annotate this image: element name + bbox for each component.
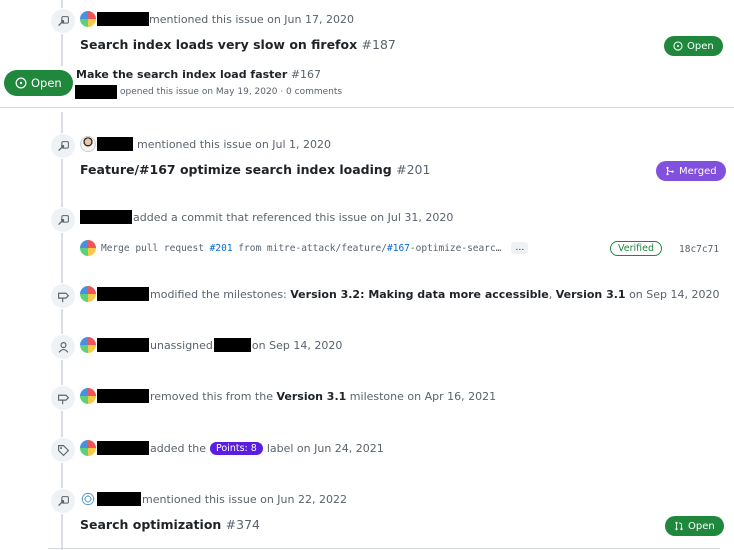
event-date[interactable]: on Sep 14, 2020	[252, 339, 342, 352]
event-milestone-change: modified the milestones: Version 3.2: Ma…	[80, 286, 720, 302]
pr-merged-icon	[666, 166, 674, 176]
issue-title: Make the search index load faster	[76, 68, 288, 81]
issue-number: #167	[290, 68, 322, 81]
avatar[interactable]	[80, 240, 96, 256]
cross-reference-icon	[57, 140, 69, 151]
commit-sha[interactable]: 18c7c71	[679, 244, 719, 255]
status-label: Open	[687, 40, 714, 52]
issue-title[interactable]: Search index loads very slow on firefox	[80, 37, 357, 52]
redacted-username[interactable]	[97, 287, 149, 301]
avatar[interactable]	[80, 337, 96, 353]
issue-meta-text: opened this issue on May 19, 2020 · 0 co…	[120, 87, 343, 97]
cross-reference-badge	[50, 8, 76, 34]
event-date[interactable]: label on Jun 24, 2021	[267, 442, 384, 455]
milestone-icon	[57, 292, 69, 302]
verified-badge[interactable]: Verified	[610, 241, 663, 256]
issue-state-label: Open	[31, 76, 62, 90]
redacted-username[interactable]	[97, 492, 141, 506]
avatar[interactable]	[80, 440, 96, 456]
status-badge-merged: Merged	[656, 161, 726, 181]
event-mention-3: mentioned this issue on Jun 22, 2022	[80, 491, 347, 507]
cross-reference-icon	[57, 214, 69, 225]
avatar[interactable]	[80, 11, 96, 27]
event-text: added the	[150, 441, 207, 455]
commit-message-text[interactable]: -optimize-searc…	[410, 243, 502, 254]
issue-number[interactable]: #187	[362, 37, 396, 52]
event-labeled: added the Points: 8 label on Jun 24, 202…	[80, 440, 384, 456]
separator-text: ,	[548, 287, 553, 301]
event-milestone-removed: removed this from the Version 3.1 milest…	[80, 388, 496, 404]
pr-title-link[interactable]: Search optimization #374	[80, 517, 260, 532]
milestone-link[interactable]: Version 3.1	[276, 390, 346, 403]
redacted-assignee[interactable]	[213, 338, 251, 352]
cross-reference-icon	[57, 495, 69, 506]
milestone-link[interactable]: Version 3.1	[556, 288, 626, 301]
commit-pr-link[interactable]: #201	[210, 243, 233, 254]
tag-icon	[57, 444, 69, 456]
milestone-badge	[50, 385, 76, 411]
redacted-username[interactable]	[80, 210, 132, 224]
timeline-line	[61, 112, 63, 550]
redacted-username[interactable]	[97, 137, 133, 151]
commit-issue-link[interactable]: #167	[387, 243, 410, 254]
pr-number[interactable]: #201	[396, 162, 430, 177]
milestone-icon	[57, 394, 69, 404]
event-mention-2: mentioned this issue on Jul 1, 2020	[80, 136, 331, 152]
redacted-username[interactable]	[97, 12, 149, 26]
issue-header-meta: opened this issue on May 19, 2020 · 0 co…	[75, 85, 342, 99]
commit-message-text[interactable]: from mitre-attack/feature/	[233, 243, 387, 254]
divider	[0, 107, 734, 108]
milestone-link[interactable]: Version 3.2: Making data more accessible	[290, 288, 548, 301]
divider	[48, 548, 720, 549]
pr-title[interactable]: Feature/#167 optimize search index loadi…	[80, 162, 392, 177]
pr-open-icon	[675, 521, 683, 531]
commit-expand-button[interactable]: …	[511, 242, 529, 254]
redacted-username[interactable]	[97, 441, 149, 455]
status-badge-open: Open	[664, 36, 723, 56]
event-text: mentioned this issue on Jun 22, 2022	[142, 492, 347, 506]
commit-message[interactable]: Merge pull request #201 from mitre-attac…	[101, 243, 501, 254]
label-badge	[50, 437, 76, 463]
avatar[interactable]	[80, 388, 96, 404]
pr-title-link[interactable]: Feature/#167 optimize search index loadi…	[80, 162, 430, 177]
event-commit: added a commit that referenced this issu…	[80, 210, 453, 224]
issue-state-badge: Open	[4, 70, 73, 96]
status-badge-open: Open	[665, 516, 724, 536]
status-label: Merged	[679, 165, 717, 177]
event-text: added a commit that referenced this issu…	[133, 210, 454, 224]
issue-open-icon	[673, 41, 683, 51]
event-mention-1: mentioned this issue on Jun 17, 2020	[80, 11, 354, 27]
redacted-username[interactable]	[97, 338, 149, 352]
status-label: Open	[688, 520, 715, 532]
assignee-badge	[50, 334, 76, 360]
cross-reference-icon	[57, 15, 69, 26]
redacted-username[interactable]	[75, 85, 117, 99]
person-icon	[58, 341, 68, 353]
avatar[interactable]	[80, 136, 96, 152]
issue-title-link[interactable]: Search index loads very slow on firefox …	[80, 37, 396, 52]
redacted-username[interactable]	[97, 389, 149, 403]
issue-header-title: Make the search index load faster #167	[76, 68, 321, 81]
commit-reference-badge	[50, 207, 76, 233]
pr-title[interactable]: Search optimization	[80, 517, 221, 532]
event-date[interactable]: milestone on Apr 16, 2021	[350, 390, 496, 403]
event-unassigned: unassigned on Sep 14, 2020	[80, 337, 342, 353]
event-text: removed this from the	[150, 389, 273, 403]
avatar[interactable]	[80, 286, 96, 302]
event-text: unassigned	[150, 338, 213, 352]
avatar[interactable]	[80, 491, 96, 507]
issue-open-icon	[15, 77, 27, 89]
event-text: mentioned this issue on Jun 17, 2020	[149, 12, 354, 26]
label-pill[interactable]: Points: 8	[210, 441, 263, 455]
cross-reference-badge	[50, 133, 76, 159]
event-text: mentioned this issue on Jul 1, 2020	[137, 137, 332, 151]
event-date[interactable]: on Sep 14, 2020	[629, 288, 719, 301]
pr-number[interactable]: #374	[226, 517, 260, 532]
event-text: modified the milestones:	[150, 287, 287, 301]
milestone-badge	[50, 283, 76, 309]
cross-reference-badge	[50, 488, 76, 514]
commit-message-text[interactable]: Merge pull request	[101, 243, 210, 254]
